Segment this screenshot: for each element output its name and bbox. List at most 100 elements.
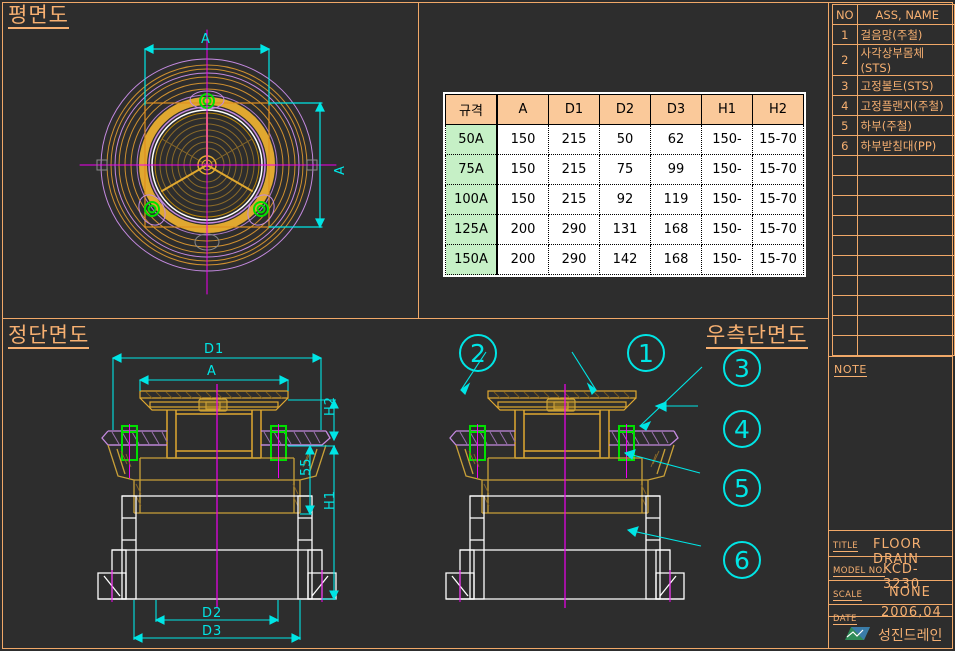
table-row: 2 사각상부몸체(STS) bbox=[832, 44, 955, 76]
spec-cell: 15-70 bbox=[752, 214, 804, 245]
table-row: 5 하부(주철) bbox=[832, 115, 955, 136]
callout-balloon-2[interactable]: 2 bbox=[459, 334, 497, 372]
spec-cell: 75A bbox=[445, 154, 498, 185]
part-name: 고정플랜지(주철) bbox=[856, 95, 955, 116]
table-row bbox=[832, 235, 955, 256]
spec-cell: 150- bbox=[701, 214, 753, 245]
company-name: 성진드레인 bbox=[878, 628, 943, 644]
front-dimension-d1: D1 bbox=[204, 342, 225, 357]
spec-cell: 168 bbox=[650, 244, 702, 275]
table-row bbox=[832, 175, 955, 196]
spec-cell: 142 bbox=[599, 244, 651, 275]
table-row: 100A 150 215 92 119 150- 15-70 bbox=[445, 184, 804, 215]
table-row bbox=[832, 195, 955, 216]
table-row bbox=[832, 315, 955, 336]
spec-header-5: H1 bbox=[701, 94, 753, 125]
plan-dimension-a-right: A bbox=[333, 165, 348, 175]
spec-header-2: D1 bbox=[548, 94, 600, 125]
table-row bbox=[832, 275, 955, 296]
callout-balloon-4[interactable]: 4 bbox=[723, 410, 761, 448]
spec-cell: 15-70 bbox=[752, 244, 804, 275]
model-field: MODEL NO. bbox=[833, 558, 886, 577]
table-row bbox=[832, 155, 955, 176]
spec-cell: 50 bbox=[599, 124, 651, 155]
callout-balloon-5[interactable]: 5 bbox=[723, 469, 761, 507]
part-no: 3 bbox=[832, 75, 858, 96]
date-value: 2006,04 bbox=[881, 605, 942, 620]
spec-cell: 131 bbox=[599, 214, 651, 245]
part-no bbox=[832, 335, 858, 356]
spec-cell: 15-70 bbox=[752, 124, 804, 155]
part-name bbox=[856, 255, 955, 276]
parts-header-name: ASS, NAME bbox=[856, 4, 955, 25]
callout-balloon-1[interactable]: 1 bbox=[627, 334, 665, 372]
spec-cell: 150 bbox=[496, 124, 549, 155]
spec-cell: 150A bbox=[445, 244, 498, 275]
spec-cell: 290 bbox=[548, 244, 600, 275]
note-label: NOTE bbox=[834, 363, 867, 377]
part-name: 고정볼트(STS) bbox=[856, 75, 955, 96]
spec-cell: 150- bbox=[701, 244, 753, 275]
spec-cell: 200 bbox=[496, 244, 549, 275]
part-no: 5 bbox=[832, 115, 858, 136]
spec-cell: 200 bbox=[496, 214, 549, 245]
spec-cell: 99 bbox=[650, 154, 702, 185]
part-name bbox=[856, 275, 955, 296]
front-dimension-h1: H1 bbox=[323, 489, 338, 510]
spec-header-0: 규격 bbox=[445, 94, 498, 125]
part-no bbox=[832, 295, 858, 316]
part-name bbox=[856, 155, 955, 176]
scale-label: SCALE bbox=[833, 590, 863, 601]
spec-cell: 62 bbox=[650, 124, 702, 155]
part-no: 6 bbox=[832, 135, 858, 156]
scale-field: SCALE bbox=[833, 582, 863, 601]
date-field: DATE bbox=[833, 606, 857, 625]
part-no: 4 bbox=[832, 95, 858, 116]
table-row: 6 하부받침대(PP) bbox=[832, 135, 955, 156]
part-name bbox=[856, 295, 955, 316]
scale-value: NONE bbox=[889, 585, 931, 600]
front-dimension-55: 55 bbox=[299, 457, 314, 476]
callout-balloon-6[interactable]: 6 bbox=[723, 541, 761, 579]
spec-cell: 150- bbox=[701, 154, 753, 185]
table-row bbox=[832, 295, 955, 316]
spec-cell: 150 bbox=[496, 184, 549, 215]
table-row: 125A 200 290 131 168 150- 15-70 bbox=[445, 214, 804, 245]
front-dimension-h2: H2 bbox=[323, 395, 338, 416]
part-name: 걸음망(주철) bbox=[856, 24, 955, 45]
spec-cell: 150 bbox=[496, 154, 549, 185]
title-field: TITLE bbox=[833, 533, 858, 552]
parts-list-header-row: NO ASS, NAME bbox=[832, 4, 955, 25]
note-section-top-divider bbox=[828, 356, 953, 357]
front-dimension-d3: D3 bbox=[202, 624, 223, 639]
spec-cell: 150- bbox=[701, 124, 753, 155]
table-row bbox=[832, 335, 955, 356]
spec-cell: 75 bbox=[599, 154, 651, 185]
drawing-sheet: 평면도 정단면도 우측단면도 A A 규격 A D1 D2 D3 H1 H2 5… bbox=[0, 0, 955, 651]
spec-cell: 125A bbox=[445, 214, 498, 245]
spec-table-header-row: 규격 A D1 D2 D3 H1 H2 bbox=[445, 94, 804, 125]
part-no bbox=[832, 275, 858, 296]
table-row: 4 고정플랜지(주철) bbox=[832, 95, 955, 116]
spec-cell: 50A bbox=[445, 124, 498, 155]
title-block-top-divider bbox=[828, 530, 953, 531]
spec-cell: 215 bbox=[548, 154, 600, 185]
spec-cell: 150- bbox=[701, 184, 753, 215]
part-name bbox=[856, 335, 955, 356]
part-name: 하부(주철) bbox=[856, 115, 955, 136]
callout-balloon-3[interactable]: 3 bbox=[723, 349, 761, 387]
spec-cell: 119 bbox=[650, 184, 702, 215]
model-label: MODEL NO. bbox=[833, 566, 886, 577]
parts-header-no: NO bbox=[832, 4, 858, 25]
part-name bbox=[856, 195, 955, 216]
part-name bbox=[856, 175, 955, 196]
part-no bbox=[832, 215, 858, 236]
part-name bbox=[856, 235, 955, 256]
table-row: 75A 150 215 75 99 150- 15-70 bbox=[445, 154, 804, 185]
part-no bbox=[832, 235, 858, 256]
part-name bbox=[856, 315, 955, 336]
plan-dimension-a-top: A bbox=[201, 32, 211, 47]
spec-header-6: H2 bbox=[752, 94, 804, 125]
table-row: 150A 200 290 142 168 150- 15-70 bbox=[445, 244, 804, 275]
spec-cell: 168 bbox=[650, 214, 702, 245]
